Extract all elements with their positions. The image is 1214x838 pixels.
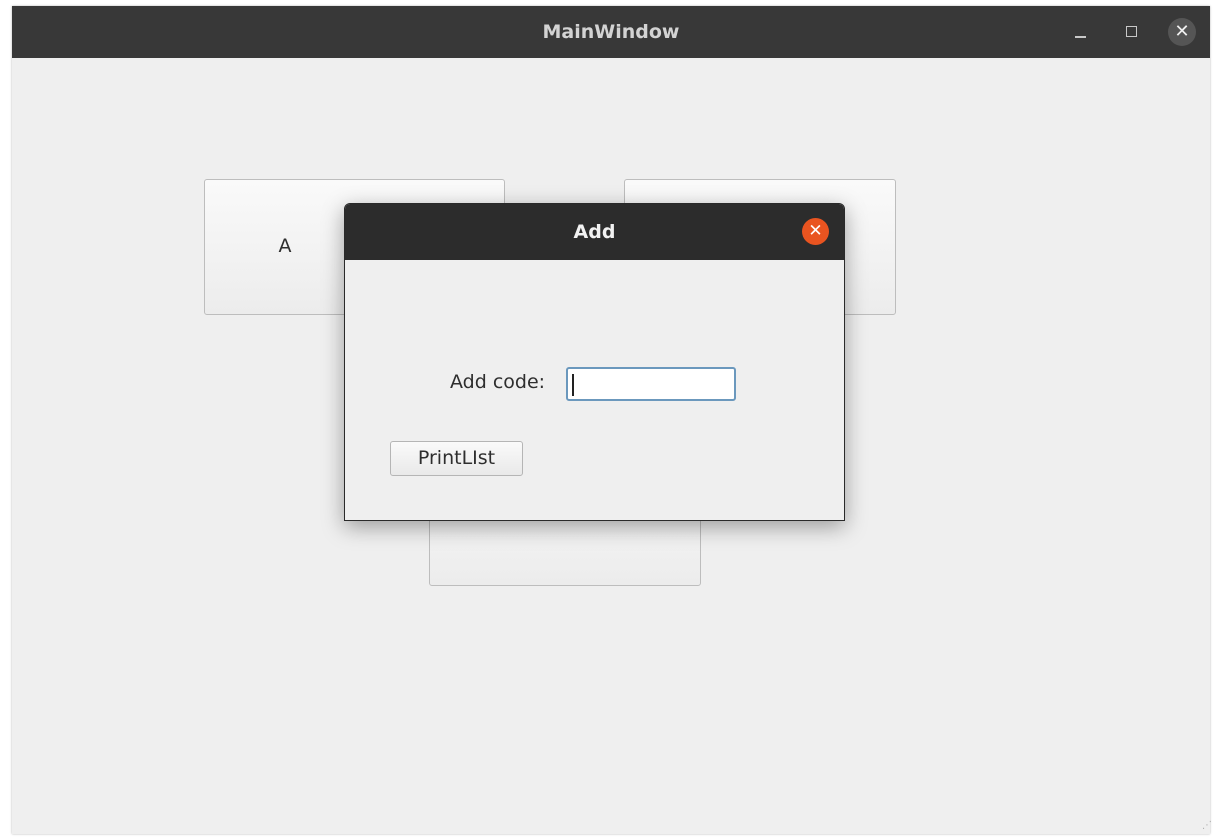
- add-code-input[interactable]: [566, 367, 736, 401]
- main-window: MainWindow ✕ A Add ✕ Add code: PrintLIst…: [12, 6, 1212, 834]
- add-dialog-close-button[interactable]: ✕: [802, 218, 829, 245]
- close-window-button[interactable]: ✕: [1168, 18, 1196, 46]
- print-list-button[interactable]: PrintLIst: [390, 441, 523, 476]
- add-dialog: Add ✕ Add code: PrintLIst: [344, 203, 845, 521]
- close-icon: ✕: [1174, 21, 1190, 42]
- main-window-titlebar[interactable]: MainWindow ✕: [12, 6, 1210, 58]
- text-caret: [572, 374, 574, 396]
- add-dialog-title: Add: [573, 221, 616, 243]
- maximize-icon: [1126, 26, 1137, 37]
- close-icon: ✕: [808, 221, 823, 241]
- minimize-icon: [1075, 36, 1086, 38]
- minimize-button[interactable]: [1066, 18, 1094, 46]
- desktop: MainWindow ✕ A Add ✕ Add code: PrintLIst…: [0, 0, 1214, 834]
- resize-grip-icon[interactable]: ⋰: [1202, 820, 1214, 838]
- add-dialog-titlebar[interactable]: Add ✕: [345, 204, 844, 260]
- main-window-title: MainWindow: [542, 21, 680, 43]
- add-code-label: Add code:: [450, 371, 546, 393]
- maximize-button[interactable]: [1118, 18, 1146, 46]
